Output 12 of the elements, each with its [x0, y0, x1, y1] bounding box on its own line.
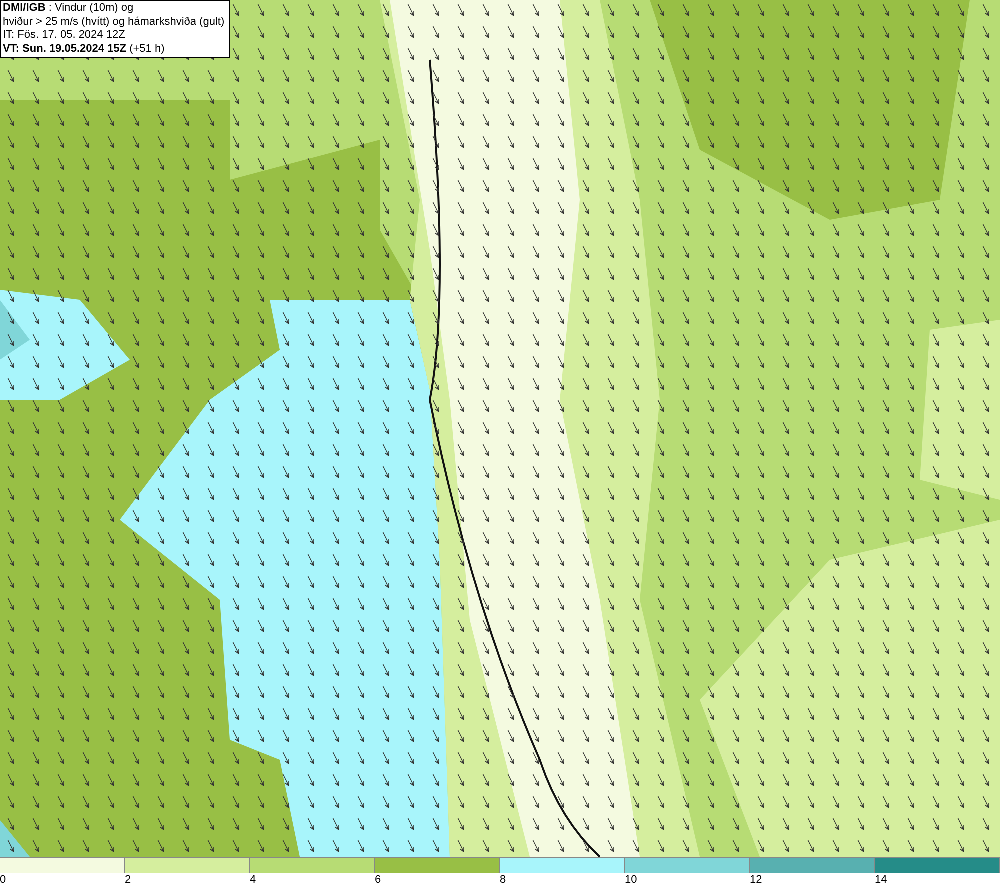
- colorbar-tick-label: 10: [625, 873, 638, 887]
- map-title-line: IT: Fös. 17. 05. 2024 12Z: [3, 29, 126, 42]
- colorbar-tick-label: 2: [125, 873, 132, 887]
- map-title-line: DMI/IGB : Vindur (10m) og: [3, 2, 135, 16]
- colorbar-tick-label: 6: [375, 873, 382, 887]
- colorbar-tick-label: 12: [750, 873, 764, 887]
- map-title-line: VT: Sun. 19.05.2024 15Z (+51 h): [3, 42, 166, 56]
- map-title-line: hviður > 25 m/s (hvítt) og hámarkshviða (gult): [3, 16, 225, 29]
- colorbar-tick-label: 0: [0, 873, 8, 887]
- colorbar-tick-label: 8: [500, 873, 508, 887]
- colorbar-tick-label: 14: [875, 873, 888, 887]
- colorbar-tick-label: 4: [250, 873, 258, 887]
